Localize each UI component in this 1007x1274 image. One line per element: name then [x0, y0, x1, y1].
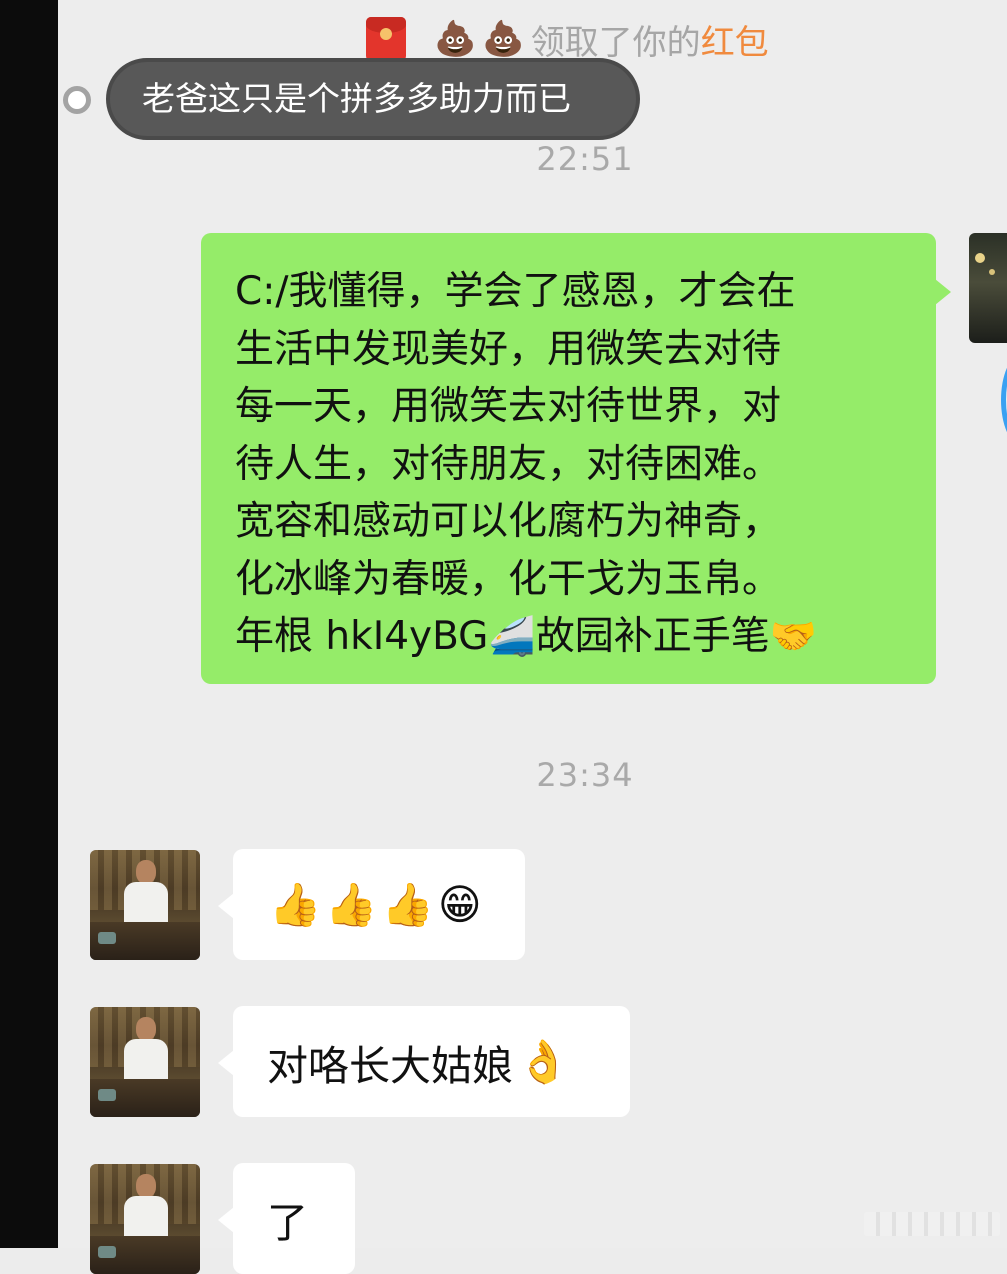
red-packet-link[interactable]: 红包	[701, 23, 769, 63]
quoted-message-text: 老爸这只是个拼多多助力而已	[142, 79, 571, 118]
left-edge-strip	[0, 0, 58, 1248]
friend-message-text: 了	[267, 1198, 308, 1247]
system-notice-text: 领取了你的红包	[531, 15, 769, 64]
message-line: 生活中发现美好，用微笑去对待	[235, 326, 782, 372]
system-notice-prefix: 领取了你的	[530, 22, 701, 63]
poo-emoji-1: 💩	[434, 19, 477, 59]
ok-hand-emoji: 👌	[517, 1036, 570, 1086]
handshake-emoji: 🤝	[769, 614, 818, 658]
friend-avatar[interactable]	[90, 1164, 200, 1274]
message-line: C:/我懂得，学会了感恩，才会在	[235, 269, 796, 314]
thumbs-up-emoji: 👍	[325, 879, 378, 929]
message-tail-text: 故园补正手笔	[535, 614, 770, 659]
thumbs-up-emoji: 👍	[381, 879, 434, 929]
my-message-bubble[interactable]: C:/我懂得，学会了感恩，才会在 生活中发现美好，用微笑去对待 每一天，用微笑去…	[201, 233, 951, 684]
friend-avatar[interactable]	[90, 1007, 200, 1117]
timestamp: 23:34	[536, 756, 634, 794]
my-avatar[interactable]	[969, 233, 1007, 343]
red-packet-icon	[366, 17, 406, 61]
friend-message-bubble[interactable]: 对咯长大姑娘 👌	[218, 1006, 630, 1117]
message-line-last: 年根 hkI4yBG🚄故园补正手笔🤝	[235, 608, 926, 666]
message-line: 宽容和感动可以化腐朽为神奇，	[235, 499, 782, 544]
poo-emoji-2: 💩	[482, 19, 525, 59]
thumbs-up-emoji: 👍	[269, 879, 322, 929]
system-notice: 💩 💩 领取了你的红包	[366, 14, 769, 64]
message-code-text: 年根 hkI4yBG	[235, 614, 489, 659]
watermark	[864, 1212, 1000, 1236]
message-line: 每一天，用微笑去对待世界，对	[235, 384, 782, 429]
friend-message-bubble[interactable]: 👍 👍 👍 😁	[218, 849, 525, 960]
timestamp: 22:51	[536, 140, 634, 178]
friend-avatar[interactable]	[90, 850, 200, 960]
train-emoji: 🚄	[488, 614, 536, 658]
quote-radio-icon[interactable]	[63, 86, 91, 114]
message-line: 化冰峰为春暖，化干戈为玉帛。	[235, 556, 782, 602]
friend-message-bubble[interactable]: 了	[218, 1163, 355, 1274]
grin-emoji: 😁	[437, 879, 482, 929]
quoted-message-bubble[interactable]: 老爸这只是个拼多多助力而已	[106, 58, 640, 140]
friend-message-text: 对咯长大姑娘	[267, 1041, 513, 1090]
message-line: 待人生，对待朋友，对待困难。	[235, 441, 782, 487]
